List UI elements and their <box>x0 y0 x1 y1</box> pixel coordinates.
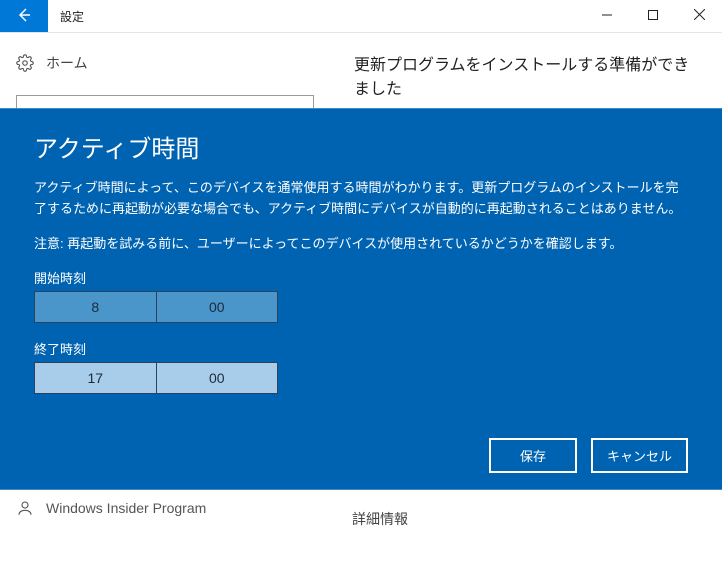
dialog-footer: 保存 キャンセル <box>34 438 688 473</box>
start-hour-cell[interactable]: 8 <box>35 292 156 322</box>
details-link[interactable]: 詳細情報 <box>352 509 408 529</box>
end-minute-cell[interactable]: 00 <box>156 363 278 393</box>
update-heading: 更新プログラムをインストールする準備ができました <box>354 51 698 99</box>
save-button[interactable]: 保存 <box>489 438 577 473</box>
home-nav-item[interactable]: ホーム <box>16 53 314 73</box>
cancel-button[interactable]: キャンセル <box>591 438 688 473</box>
active-hours-dialog: アクティブ時間 アクティブ時間によって、このデバイスを通常使用する時間がわかりま… <box>0 108 722 490</box>
home-label: ホーム <box>46 53 88 73</box>
end-time-picker[interactable]: 17 00 <box>34 362 278 394</box>
save-button-label: 保存 <box>520 449 546 464</box>
settings-bottom-area: Windows Insider Program 詳細情報 <box>0 491 722 573</box>
back-button[interactable] <box>0 0 48 32</box>
window-controls <box>584 0 722 32</box>
end-time-label: 終了時刻 <box>34 339 688 358</box>
start-time-label: 開始時刻 <box>34 268 688 287</box>
close-icon <box>694 9 705 23</box>
dialog-body-1: アクティブ時間によって、このデバイスを通常使用する時間がわかります。更新プログラ… <box>34 178 688 220</box>
arrow-left-icon <box>16 7 32 26</box>
window-title: 設定 <box>48 0 584 32</box>
gear-icon <box>16 54 34 72</box>
end-hour-cell[interactable]: 17 <box>35 363 156 393</box>
maximize-button[interactable] <box>630 0 676 32</box>
start-time-picker[interactable]: 8 00 <box>34 291 278 323</box>
insider-program-label: Windows Insider Program <box>46 500 206 516</box>
title-bar: 設定 <box>0 0 722 33</box>
cancel-button-label: キャンセル <box>607 449 672 464</box>
maximize-icon <box>648 9 658 23</box>
dialog-title: アクティブ時間 <box>34 129 688 164</box>
close-button[interactable] <box>676 0 722 32</box>
minimize-button[interactable] <box>584 0 630 32</box>
person-icon <box>16 499 34 517</box>
start-minute-cell[interactable]: 00 <box>156 292 278 322</box>
dialog-body-2: 注意: 再起動を試みる前に、ユーザーによってこのデバイスが使用されているかどうか… <box>34 234 688 255</box>
minimize-icon <box>602 9 612 23</box>
details-link-label: 詳細情報 <box>352 511 408 527</box>
